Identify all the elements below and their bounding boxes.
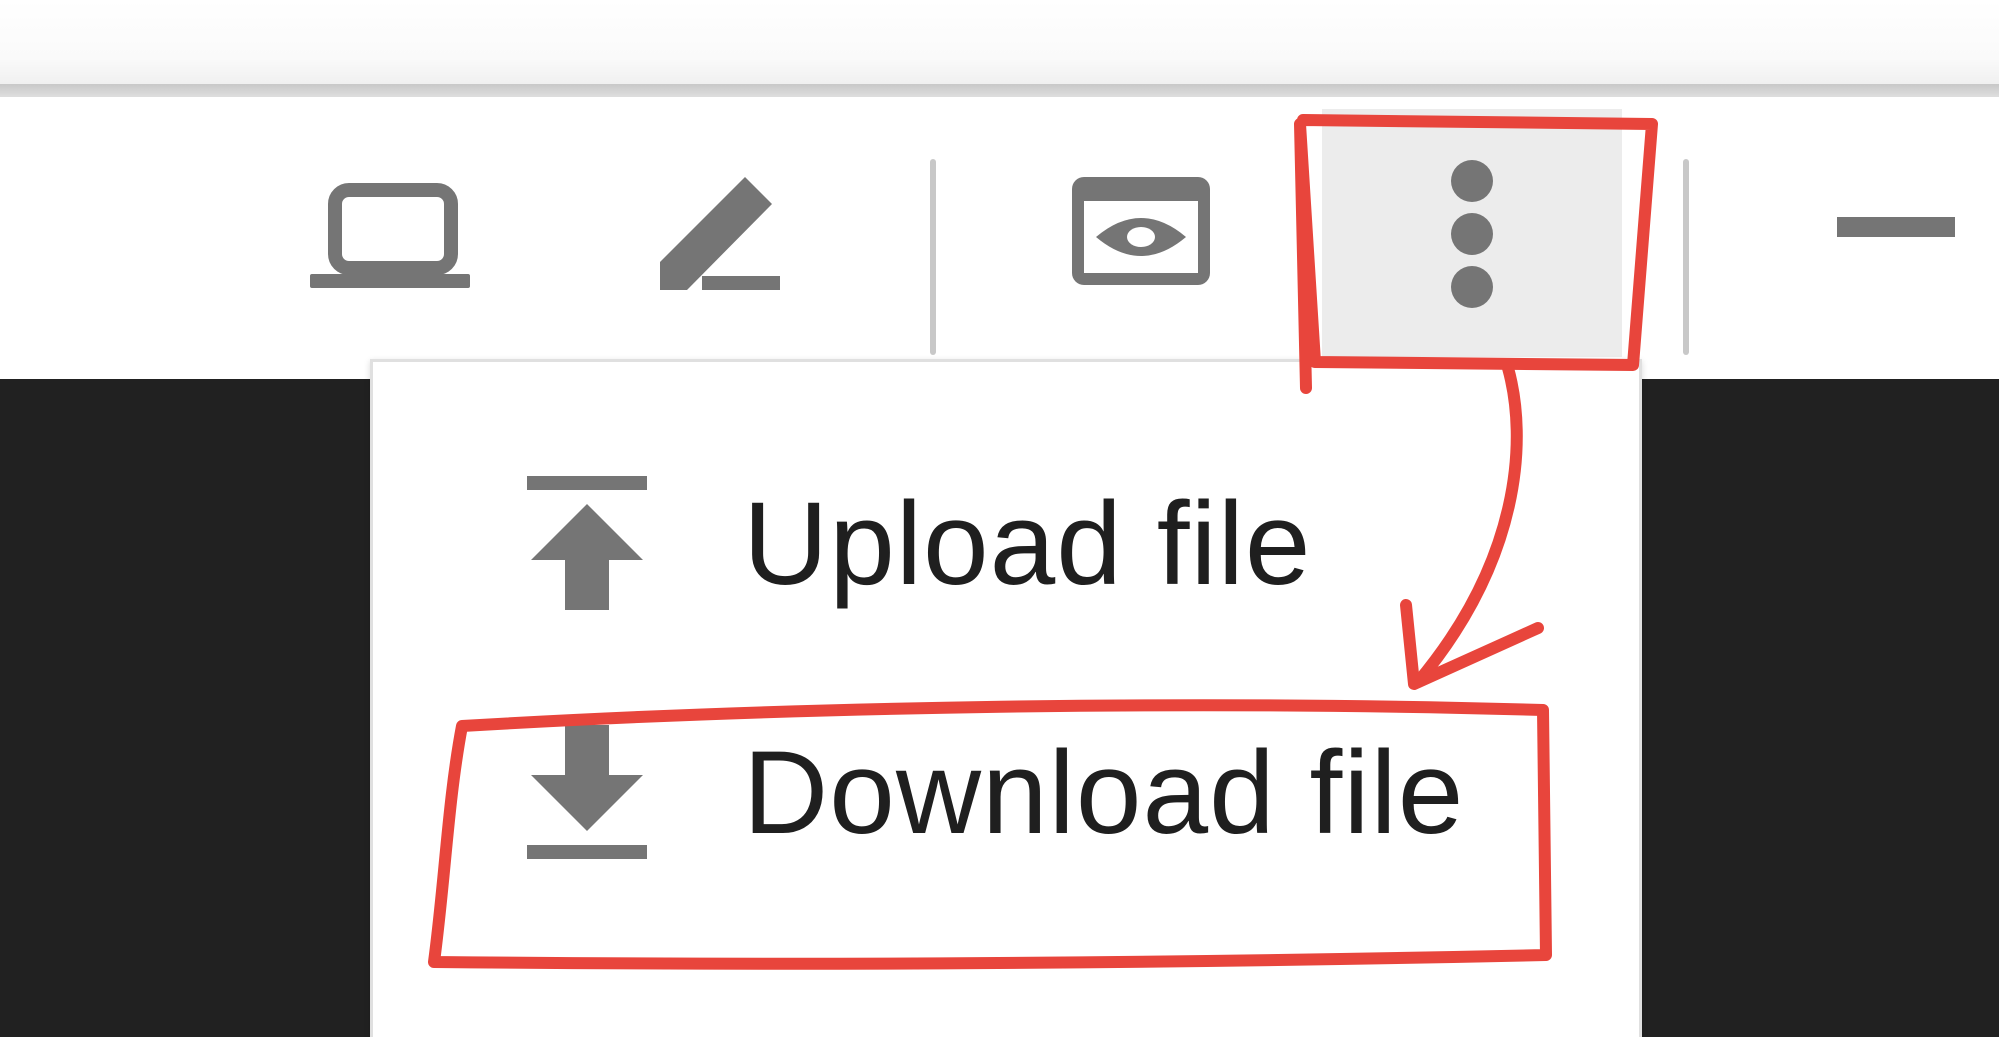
laptop-button[interactable] (280, 152, 500, 312)
upload-icon (527, 476, 647, 610)
download-icon (527, 725, 647, 859)
minimize-icon (1837, 217, 1955, 237)
laptop-icon (310, 183, 470, 288)
menu-item-upload[interactable]: Upload file (373, 419, 1639, 669)
top-border (0, 84, 1999, 97)
pencil-icon (660, 177, 780, 290)
menu-item-label: Upload file (743, 478, 1312, 610)
download-icon-wrap (525, 668, 650, 918)
minimize-button[interactable] (1820, 177, 1970, 277)
more-options-button[interactable] (1322, 109, 1622, 357)
menu-item-download[interactable]: Download file (373, 668, 1639, 918)
preview-button[interactable] (1050, 157, 1230, 307)
toolbar-divider-2 (1683, 159, 1689, 355)
menu-item-label: Download file (743, 727, 1465, 859)
toolbar-divider (930, 159, 936, 355)
screen: Upload file Download file (0, 0, 1999, 1037)
upload-icon-wrap (525, 419, 650, 669)
toolbar (0, 97, 1999, 379)
edit-button[interactable] (630, 152, 810, 312)
more-vert-icon (1451, 160, 1493, 308)
eye-icon (1072, 177, 1210, 285)
top-strip (0, 0, 1999, 84)
overflow-menu: Upload file Download file (370, 359, 1642, 1037)
